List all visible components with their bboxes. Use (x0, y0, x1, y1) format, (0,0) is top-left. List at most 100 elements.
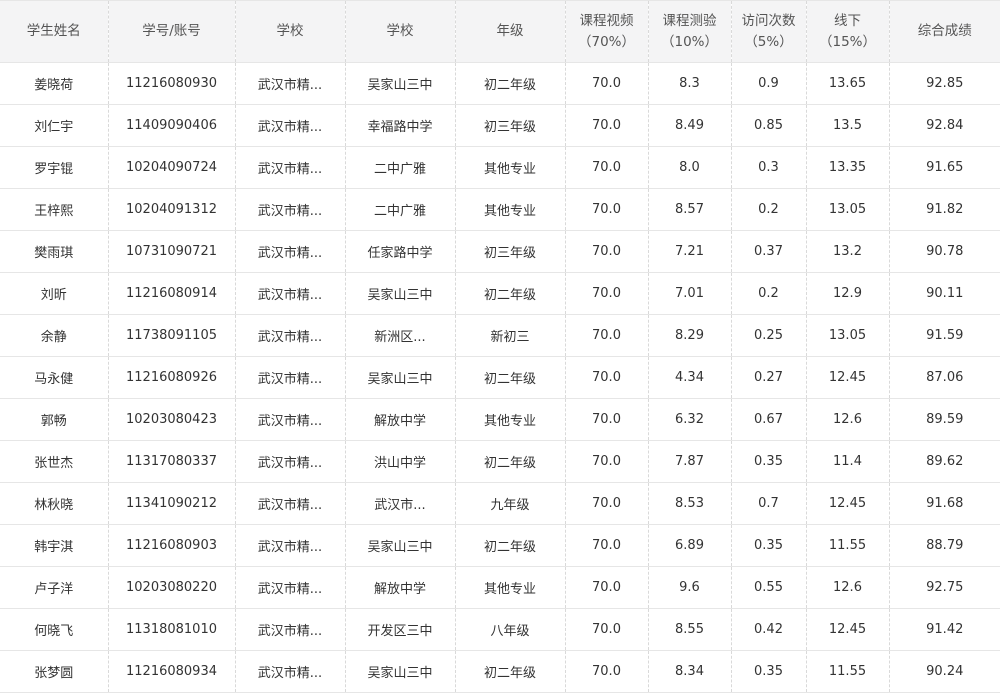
cell-school-1: 武汉市精... (235, 314, 346, 357)
cell-visit-count-score: 0.7 (731, 482, 807, 525)
cell-visit-count-score: 0.35 (731, 440, 807, 483)
cell-course-quiz-score: 8.57 (648, 188, 732, 231)
table-row[interactable]: 余静 11738091105 武汉市精... 新洲区... 新初三 70.0 8.29 0.2… (0, 314, 1000, 357)
table-row[interactable]: 韩宇淇 11216080903 武汉市精... 吴家山三中 初二年级 70.0 6.89 0.… (0, 524, 1000, 567)
table-row[interactable]: 刘仁宇 11409090406 武汉市精... 幸福路中学 初三年级 70.0 8.49 0.… (0, 104, 1000, 147)
cell-course-quiz-score: 9.6 (648, 566, 732, 609)
cell-student-id: 10731090721 (108, 230, 236, 273)
table-row[interactable]: 何晓飞 11318081010 武汉市精... 开发区三中 八年级 70.0 8.55 0.4… (0, 608, 1000, 651)
cell-course-video-score: 70.0 (565, 230, 649, 273)
cell-grade-level: 其他专业 (455, 566, 566, 609)
cell-offline-score: 13.2 (806, 230, 890, 273)
header-row: 学生姓名 学号/账号 学校 学校 年级 课程视频 （70%） 课程测验 （10%） 访问次数 （5%… (0, 0, 1000, 63)
column-header-visit-count-score[interactable]: 访问次数 （5%） (731, 0, 807, 63)
table-row[interactable]: 郭畅 10203080423 武汉市精... 解放中学 其他专业 70.0 6.32 0.67… (0, 398, 1000, 441)
column-header-text: （15%） (818, 33, 876, 50)
cell-offline-score: 12.45 (806, 356, 890, 399)
cell-student-id: 11738091105 (108, 314, 236, 357)
cell-overall-score: 87.06 (889, 356, 1000, 399)
column-header-school-2[interactable]: 学校 (345, 0, 456, 63)
cell-school-2: 开发区三中 (345, 608, 456, 651)
cell-school-2: 吴家山三中 (345, 62, 456, 105)
cell-school-2: 二中广雅 (345, 188, 456, 231)
cell-visit-count-score: 0.67 (731, 398, 807, 441)
cell-school-2: 新洲区... (345, 314, 456, 357)
cell-student-name: 张梦圆 (0, 650, 109, 693)
cell-grade-level: 初三年级 (455, 230, 566, 273)
cell-offline-score: 11.55 (806, 524, 890, 567)
cell-visit-count-score: 0.9 (731, 62, 807, 105)
column-header-text: （10%） (660, 33, 718, 50)
cell-offline-score: 13.05 (806, 314, 890, 357)
cell-student-id: 11409090406 (108, 104, 236, 147)
table-header: 学生姓名 学号/账号 学校 学校 年级 课程视频 （70%） 课程测验 （10%） 访问次数 （5%… (0, 0, 1000, 63)
cell-school-1: 武汉市精... (235, 398, 346, 441)
column-header-school-1[interactable]: 学校 (235, 0, 346, 63)
cell-school-1: 武汉市精... (235, 440, 346, 483)
table-row[interactable]: 林秋晓 11341090212 武汉市精... 武汉市... 九年级 70.0 8.53 0.… (0, 482, 1000, 525)
table-row[interactable]: 姜晓荷 11216080930 武汉市精... 吴家山三中 初二年级 70.0 8.3 0.9… (0, 62, 1000, 105)
cell-student-name: 卢子洋 (0, 566, 109, 609)
table-row[interactable]: 刘昕 11216080914 武汉市精... 吴家山三中 初二年级 70.0 7.01 0.2… (0, 272, 1000, 315)
column-header-text: 学号/账号 (142, 23, 201, 39)
cell-overall-score: 92.85 (889, 62, 1000, 105)
cell-school-1: 武汉市精... (235, 146, 346, 189)
cell-visit-count-score: 0.3 (731, 146, 807, 189)
cell-school-2: 解放中学 (345, 566, 456, 609)
column-header-text: 学生姓名 (26, 23, 81, 39)
cell-course-quiz-score: 8.34 (648, 650, 732, 693)
cell-grade-level: 新初三 (455, 314, 566, 357)
cell-grade-level: 初二年级 (455, 272, 566, 315)
column-header-text: （5%） (744, 33, 793, 50)
cell-overall-score: 92.84 (889, 104, 1000, 147)
cell-student-name: 郭畅 (0, 398, 109, 441)
table-row[interactable]: 张世杰 11317080337 武汉市精... 洪山中学 初二年级 70.0 7.87 0.3… (0, 440, 1000, 483)
table-row[interactable]: 樊雨琪 10731090721 武汉市精... 任家路中学 初三年级 70.0 7.21 0.… (0, 230, 1000, 273)
table-row[interactable]: 马永健 11216080926 武汉市精... 吴家山三中 初二年级 70.0 4.34 0.… (0, 356, 1000, 399)
cell-course-video-score: 70.0 (565, 650, 649, 693)
cell-visit-count-score: 0.35 (731, 524, 807, 567)
column-header-course-video-score[interactable]: 课程视频 （70%） (565, 0, 649, 63)
cell-course-quiz-score: 6.89 (648, 524, 732, 567)
table-row[interactable]: 王梓熙 10204091312 武汉市精... 二中广雅 其他专业 70.0 8.57 0.2… (0, 188, 1000, 231)
cell-school-1: 武汉市精... (235, 524, 346, 567)
table-row[interactable]: 罗宇锟 10204090724 武汉市精... 二中广雅 其他专业 70.0 8.0 0.3 1… (0, 146, 1000, 189)
cell-course-quiz-score: 7.01 (648, 272, 732, 315)
table-row[interactable]: 张梦圆 11216080934 武汉市精... 吴家山三中 初二年级 70.0 8.34 0.… (0, 650, 1000, 693)
column-header-text: 课程视频 (579, 12, 634, 29)
cell-overall-score: 89.59 (889, 398, 1000, 441)
cell-course-quiz-score: 7.21 (648, 230, 732, 273)
column-header-student-name[interactable]: 学生姓名 (0, 0, 109, 63)
cell-visit-count-score: 0.55 (731, 566, 807, 609)
cell-student-name: 余静 (0, 314, 109, 357)
cell-school-2: 吴家山三中 (345, 356, 456, 399)
column-header-overall-score[interactable]: 综合成绩 (889, 0, 1000, 63)
cell-student-id: 10204091312 (108, 188, 236, 231)
column-header-text: 学校 (276, 23, 304, 39)
table-row[interactable]: 卢子洋 10203080220 武汉市精... 解放中学 其他专业 70.0 9.6 0.55… (0, 566, 1000, 609)
cell-visit-count-score: 0.2 (731, 188, 807, 231)
column-header-text: 学校 (386, 23, 414, 39)
column-header-course-quiz-score[interactable]: 课程测验 （10%） (648, 0, 732, 63)
cell-school-2: 洪山中学 (345, 440, 456, 483)
column-header-offline-score[interactable]: 线下 （15%） (806, 0, 890, 63)
cell-visit-count-score: 0.27 (731, 356, 807, 399)
column-header-grade-level[interactable]: 年级 (455, 0, 566, 63)
cell-visit-count-score: 0.25 (731, 314, 807, 357)
cell-overall-score: 91.65 (889, 146, 1000, 189)
table-body: 姜晓荷 11216080930 武汉市精... 吴家山三中 初二年级 70.0 8.3 0.9… (0, 62, 1000, 693)
cell-student-id: 10204090724 (108, 146, 236, 189)
cell-course-video-score: 70.0 (565, 314, 649, 357)
cell-school-2: 吴家山三中 (345, 650, 456, 693)
cell-school-1: 武汉市精... (235, 230, 346, 273)
cell-student-name: 罗宇锟 (0, 146, 109, 189)
cell-course-video-score: 70.0 (565, 188, 649, 231)
cell-student-id: 11216080934 (108, 650, 236, 693)
cell-overall-score: 88.79 (889, 524, 1000, 567)
cell-grade-level: 其他专业 (455, 146, 566, 189)
cell-course-quiz-score: 8.29 (648, 314, 732, 357)
cell-school-2: 幸福路中学 (345, 104, 456, 147)
cell-offline-score: 13.5 (806, 104, 890, 147)
cell-offline-score: 12.6 (806, 566, 890, 609)
column-header-student-id[interactable]: 学号/账号 (108, 0, 236, 63)
